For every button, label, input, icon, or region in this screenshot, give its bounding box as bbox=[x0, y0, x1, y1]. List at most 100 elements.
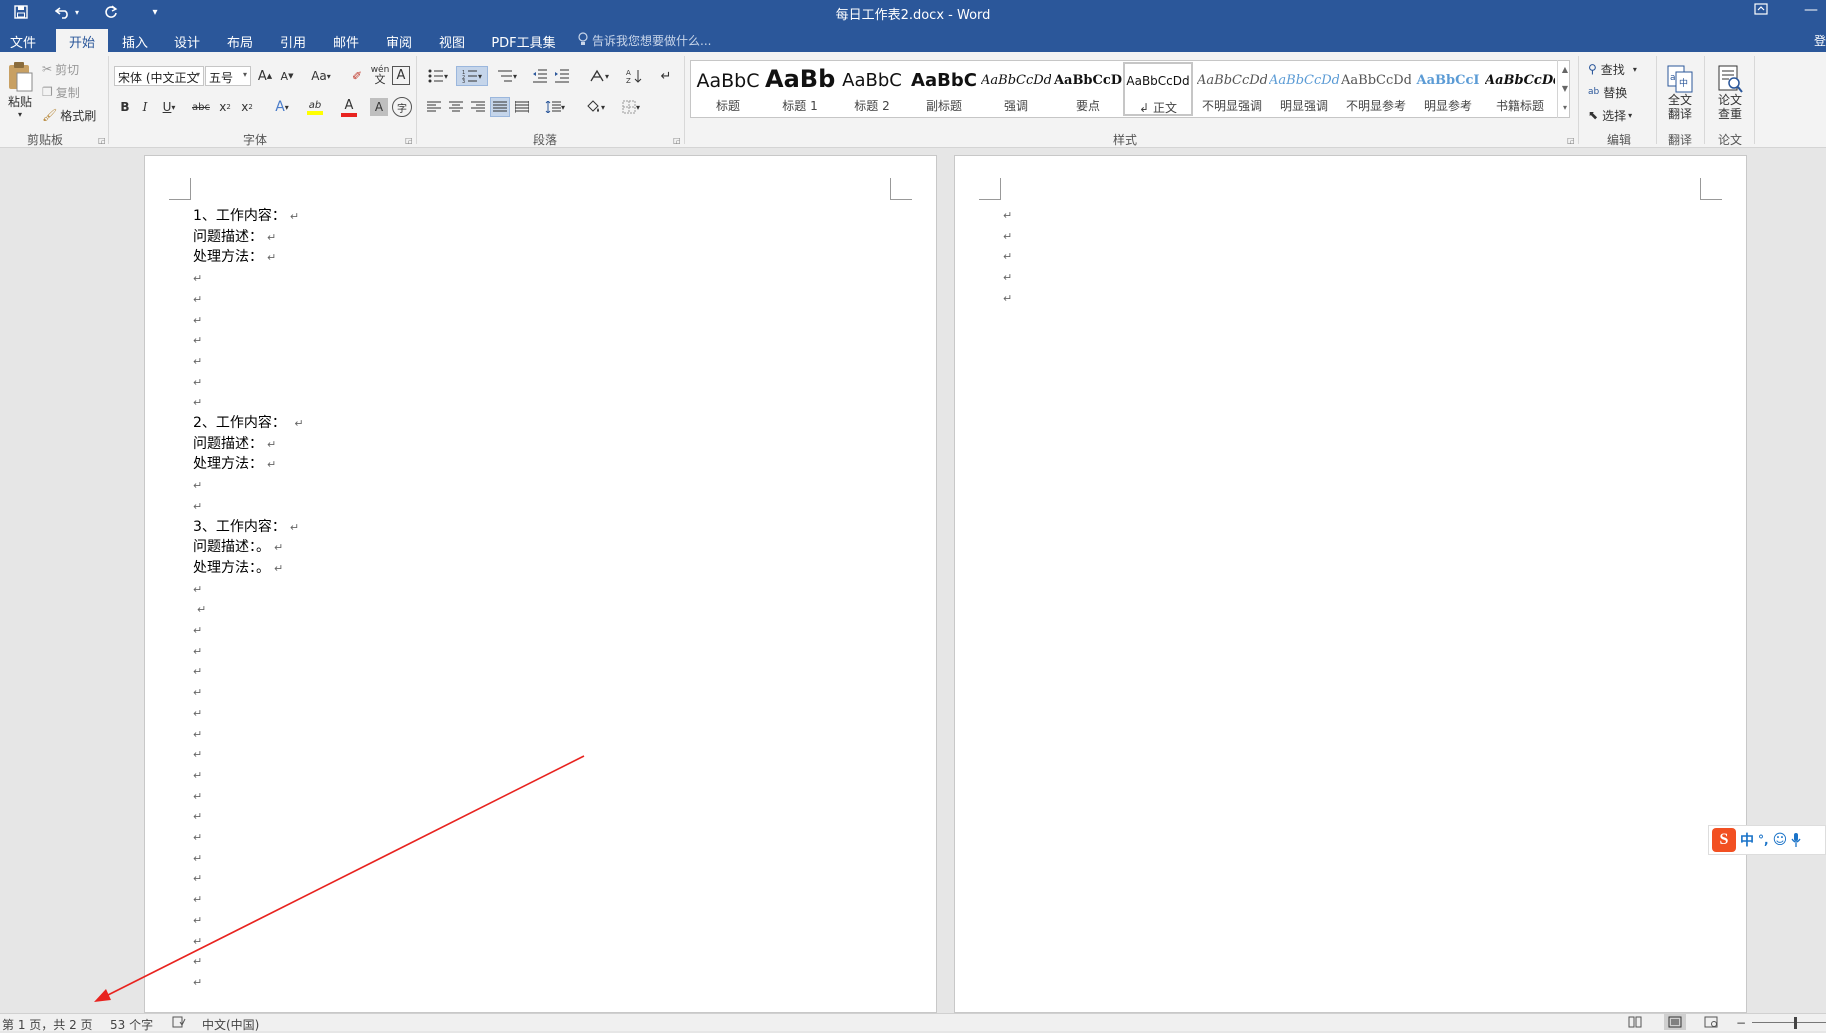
cut-button[interactable]: ✂ 剪切 bbox=[42, 60, 79, 78]
style-subtle-emphasis[interactable]: AaBbCcDd 不明显强调 bbox=[1197, 62, 1267, 116]
proofing-icon[interactable] bbox=[172, 1016, 186, 1028]
clear-formatting-button[interactable]: ✐ bbox=[348, 67, 366, 85]
style-strong[interactable]: AaBbCcD 要点 bbox=[1053, 62, 1123, 116]
font-launcher-icon[interactable]: ◲ bbox=[405, 136, 413, 145]
document-paragraph[interactable]: ↵ bbox=[193, 725, 202, 744]
document-paragraph[interactable]: ↵ bbox=[193, 787, 202, 806]
format-painter-button[interactable]: 🖌 格式刷 bbox=[42, 106, 96, 124]
read-mode-icon[interactable] bbox=[1628, 1016, 1642, 1028]
paragraph-launcher-icon[interactable]: ◲ bbox=[673, 136, 681, 145]
document-paragraph[interactable]: ↵ bbox=[193, 911, 202, 930]
zoom-slider-track[interactable] bbox=[1752, 1022, 1826, 1023]
style-normal[interactable]: AaBbCcDd ↲ 正文 bbox=[1123, 62, 1193, 116]
document-paragraph[interactable]: 2、工作内容： ↵ bbox=[193, 414, 304, 433]
tab-file[interactable]: 文件 bbox=[0, 29, 46, 52]
sort-button[interactable]: AZ bbox=[624, 66, 644, 86]
shading-button[interactable]: ▾ bbox=[580, 98, 610, 116]
document-paragraph[interactable]: 1、工作内容： ↵ bbox=[193, 207, 299, 226]
tab-design[interactable]: 设计 bbox=[164, 29, 210, 52]
style-heading-1[interactable]: AaBb 标题 1 bbox=[765, 62, 835, 116]
tell-me-box[interactable]: 告诉我您想要做什么... bbox=[578, 32, 711, 49]
document-paragraph[interactable]: ↵ bbox=[193, 393, 202, 412]
select-button[interactable]: ⬉ 选择 ▾ bbox=[1588, 106, 1632, 124]
align-left-button[interactable] bbox=[424, 98, 444, 116]
document-paragraph[interactable]: ↵ bbox=[193, 311, 202, 330]
document-paragraph[interactable]: ↵ bbox=[193, 642, 202, 661]
document-paragraph[interactable]: 处理方法： ↵ bbox=[193, 455, 276, 474]
font-name-combo[interactable]: 宋体 (中文正文 ▾ bbox=[114, 66, 204, 86]
styles-launcher-icon[interactable]: ◲ bbox=[1567, 136, 1575, 145]
document-paragraph[interactable]: ↵ bbox=[193, 952, 202, 971]
character-border-button[interactable]: A bbox=[392, 66, 410, 85]
document-page-2[interactable]: ↵ ↵ ↵ ↵ ↵ bbox=[954, 155, 1747, 1013]
style-intense-emphasis[interactable]: AaBbCcDd 明显强调 bbox=[1269, 62, 1339, 116]
document-paragraph[interactable]: 3、工作内容： ↵ bbox=[193, 518, 299, 537]
full-text-translate-button[interactable]: a中 全文 翻译 bbox=[1660, 58, 1700, 128]
tab-review[interactable]: 审阅 bbox=[376, 29, 422, 52]
document-paragraph[interactable]: ↵ bbox=[193, 290, 202, 309]
document-paragraph[interactable]: ↵ bbox=[193, 662, 202, 681]
document-paragraph[interactable]: ↵ bbox=[193, 704, 202, 723]
font-color-button[interactable]: A bbox=[334, 96, 364, 118]
document-paragraph[interactable]: ↵ bbox=[193, 331, 202, 350]
document-paragraph[interactable]: ↵ bbox=[193, 269, 202, 288]
tab-pdf-tools[interactable]: PDF工具集 bbox=[486, 29, 561, 52]
document-page-1[interactable]: 1、工作内容： ↵ 问题描述： ↵ 处理方法： ↵ ↵ ↵ ↵ ↵ ↵ ↵ ↵ 2、工作内容： ↵ 问题描述… bbox=[144, 155, 937, 1013]
document-paragraph[interactable]: ↵ bbox=[193, 973, 202, 992]
word-count[interactable]: 53 个字 bbox=[110, 1016, 153, 1033]
emoji-icon[interactable]: ☺ bbox=[1773, 832, 1788, 848]
style-intense-reference[interactable]: AaBbCcI 明显参考 bbox=[1413, 62, 1483, 116]
minimize-icon[interactable]: — bbox=[1804, 2, 1818, 18]
bold-button[interactable]: B bbox=[116, 98, 134, 116]
more-styles-icon[interactable]: ▾ bbox=[1558, 98, 1572, 117]
borders-button[interactable]: ▾ bbox=[616, 98, 646, 116]
character-shading-button[interactable]: A bbox=[370, 98, 388, 116]
document-paragraph[interactable]: ↵ bbox=[193, 849, 202, 868]
document-paragraph[interactable]: ↵ bbox=[193, 497, 202, 516]
italic-button[interactable]: I bbox=[136, 98, 154, 116]
scroll-up-icon[interactable]: ▲ bbox=[1558, 60, 1572, 79]
multilevel-list-button[interactable]: ▾ bbox=[492, 66, 522, 86]
copy-button[interactable]: ❐ 复制 bbox=[42, 83, 80, 101]
text-effects-button[interactable]: A ▾ bbox=[268, 98, 296, 116]
thesis-check-button[interactable]: 论文 查重 bbox=[1710, 58, 1750, 128]
shrink-font-button[interactable]: A ▼ bbox=[278, 67, 296, 85]
show-marks-button[interactable]: ↵ bbox=[656, 66, 676, 86]
grow-font-button[interactable]: A ▲ bbox=[256, 67, 274, 85]
zoom-out-icon[interactable]: − bbox=[1736, 1016, 1746, 1030]
subscript-button[interactable]: x2 bbox=[216, 98, 234, 116]
replace-button[interactable]: ab 替换 bbox=[1588, 83, 1627, 101]
style-book-title[interactable]: AaBbCcDd 书籍标题 bbox=[1485, 62, 1555, 116]
document-paragraph[interactable]: ↵ bbox=[193, 580, 202, 599]
document-paragraph[interactable]: 处理方法： ↵ bbox=[193, 248, 276, 267]
document-paragraph[interactable]: ↵ bbox=[193, 683, 202, 702]
document-paragraph[interactable]: ↵ bbox=[193, 932, 202, 951]
distributed-button[interactable] bbox=[512, 98, 532, 116]
underline-button[interactable]: U ▾ bbox=[156, 98, 182, 116]
chinese-layout-button[interactable]: ▾ bbox=[584, 66, 614, 86]
document-paragraph[interactable]: ↵ bbox=[193, 476, 202, 495]
ribbon-display-options-icon[interactable] bbox=[1754, 3, 1768, 15]
tab-references[interactable]: 引用 bbox=[270, 29, 316, 52]
clipboard-launcher-icon[interactable]: ◲ bbox=[98, 136, 106, 145]
tab-view[interactable]: 视图 bbox=[429, 29, 475, 52]
highlight-button[interactable]: ab bbox=[300, 96, 330, 118]
tab-layout[interactable]: 布局 bbox=[217, 29, 263, 52]
tab-mailings[interactable]: 邮件 bbox=[323, 29, 369, 52]
punctuation-toggle[interactable]: °, bbox=[1758, 833, 1769, 847]
style-subtle-reference[interactable]: AaBbCcDd 不明显参考 bbox=[1341, 62, 1411, 116]
superscript-button[interactable]: x2 bbox=[238, 98, 256, 116]
ime-mode-toggle[interactable]: 中 bbox=[1740, 830, 1754, 850]
numbering-button[interactable]: 1 2 3 ▾ bbox=[456, 66, 488, 86]
document-paragraph[interactable]: 问题描述： ↵ bbox=[193, 228, 276, 247]
scroll-down-icon[interactable]: ▼ bbox=[1558, 79, 1572, 98]
microphone-icon[interactable] bbox=[1791, 833, 1801, 847]
document-paragraph[interactable]: ↵ bbox=[193, 745, 202, 764]
decrease-indent-button[interactable] bbox=[530, 66, 550, 86]
align-center-button[interactable] bbox=[446, 98, 466, 116]
line-spacing-button[interactable]: ▾ bbox=[540, 98, 570, 116]
tab-insert[interactable]: 插入 bbox=[112, 29, 158, 52]
strikethrough-button[interactable]: abc bbox=[188, 98, 214, 116]
language-indicator[interactable]: 中文(中国) bbox=[202, 1016, 259, 1033]
find-button[interactable]: ⚲ 查找 ▾ bbox=[1588, 60, 1637, 78]
